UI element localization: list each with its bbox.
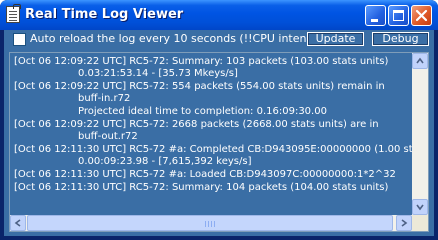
- log-textarea[interactable]: [Oct 06 12:09:22 UTC] RC5-72: Summary: 1…: [9, 52, 429, 232]
- log-line: buff-in.r72: [78, 93, 131, 104]
- chevron-up-icon: [416, 57, 424, 64]
- chevron-left-icon: [14, 219, 21, 227]
- auto-reload-checkbox[interactable]: [13, 33, 26, 46]
- horizontal-scrollbar[interactable]: [10, 215, 412, 231]
- chevron-right-icon: [401, 219, 408, 227]
- notepad-icon[interactable]: [6, 4, 21, 23]
- scroll-right-button[interactable]: [396, 215, 412, 231]
- maximize-button[interactable]: [388, 5, 409, 26]
- scroll-up-button[interactable]: [412, 53, 428, 69]
- app-window: Real Time Log Viewer Auto reload the log…: [0, 0, 438, 240]
- log-line: [Oct 06 12:11:30 UTC] RC5-72 #a: Loaded …: [14, 169, 396, 180]
- scroll-down-button[interactable]: [412, 199, 428, 215]
- log-line: buff-out.r72: [78, 131, 138, 142]
- log-line: 0.03:21:53.14 - [35.73 Mkeys/s]: [78, 68, 238, 79]
- minimize-button[interactable]: [365, 5, 386, 26]
- log-line: [Oct 06 12:11:30 UTC] RC5-72 #a: Complet…: [14, 144, 412, 155]
- log-line: [Oct 06 12:09:22 UTC] RC5-72: Summary: 1…: [14, 56, 389, 67]
- update-button[interactable]: Update: [307, 32, 364, 46]
- debug-button[interactable]: Debug: [372, 32, 429, 46]
- log-line: [Oct 06 12:09:22 UTC] RC5-72: 554 packet…: [14, 81, 385, 92]
- window-title: Real Time Log Viewer: [25, 7, 184, 22]
- scroll-left-button[interactable]: [10, 215, 26, 231]
- log-content[interactable]: [Oct 06 12:09:22 UTC] RC5-72: Summary: 1…: [10, 53, 412, 215]
- close-icon: [415, 9, 428, 22]
- auto-reload-label[interactable]: Auto reload the log every 10 seconds (!!…: [30, 32, 342, 45]
- client-area: Auto reload the log every 10 seconds (!!…: [4, 30, 434, 236]
- close-button[interactable]: [411, 5, 432, 26]
- maximize-icon: [393, 10, 404, 21]
- log-line: 0.00:09:23.98 - [7,615,392 keys/s]: [78, 156, 252, 167]
- horizontal-scroll-thumb[interactable]: [27, 215, 393, 231]
- chevron-down-icon: [416, 204, 424, 211]
- minimize-icon: [371, 19, 378, 22]
- title-bar[interactable]: Real Time Log Viewer: [0, 0, 438, 30]
- log-line: Projected ideal time to completion: 0.16…: [78, 106, 327, 117]
- scrollbar-corner: [412, 215, 428, 231]
- log-line: [Oct 06 12:11:30 UTC] RC5-72: Summary: 1…: [14, 182, 389, 193]
- log-line: [Oct 06 12:09:22 UTC] RC5-72: 2668 packe…: [14, 119, 379, 130]
- vertical-scrollbar[interactable]: [412, 53, 428, 215]
